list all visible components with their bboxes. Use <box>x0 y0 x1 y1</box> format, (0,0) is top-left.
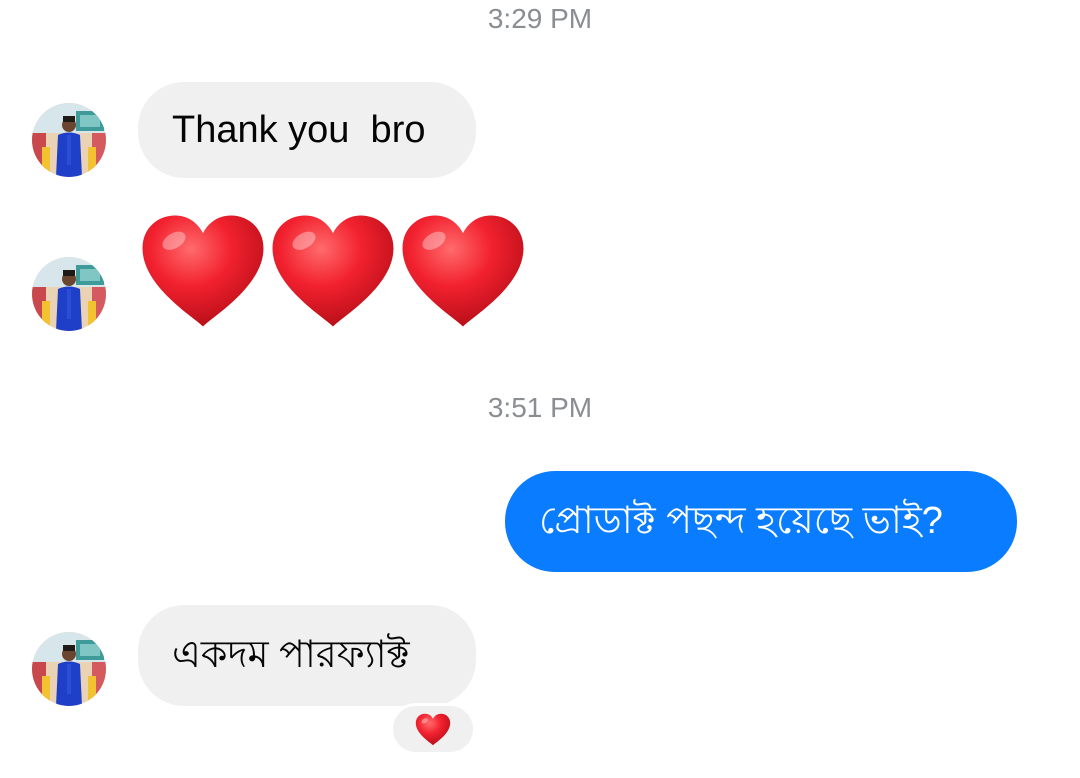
incoming-message-bubble[interactable]: Thank you bro <box>138 82 476 178</box>
incoming-message-bubble[interactable]: একদম পারফ্যাক্ট <box>138 605 476 706</box>
timestamp: 3:51 PM <box>487 392 593 423</box>
message-text: Thank you bro <box>172 109 426 151</box>
message-reaction[interactable] <box>390 703 476 755</box>
red-heart-icon <box>270 212 396 330</box>
message-text: একদম পারফ্যাক্ট <box>172 634 410 676</box>
contact-avatar[interactable] <box>32 103 106 177</box>
contact-avatar[interactable] <box>32 257 106 331</box>
contact-avatar[interactable] <box>32 632 106 706</box>
message-text: প্রোডাক্ট পছন্দ হয়েছে ভাই? <box>539 500 943 542</box>
red-heart-icon <box>140 212 266 330</box>
outgoing-message-bubble[interactable]: প্রোডাক্ট পছন্দ হয়েছে ভাই? <box>505 471 1017 572</box>
red-heart-icon <box>400 212 526 330</box>
red-heart-icon <box>415 713 451 746</box>
emoji-message[interactable] <box>140 212 526 330</box>
timestamp: 3:29 PM <box>487 3 593 34</box>
